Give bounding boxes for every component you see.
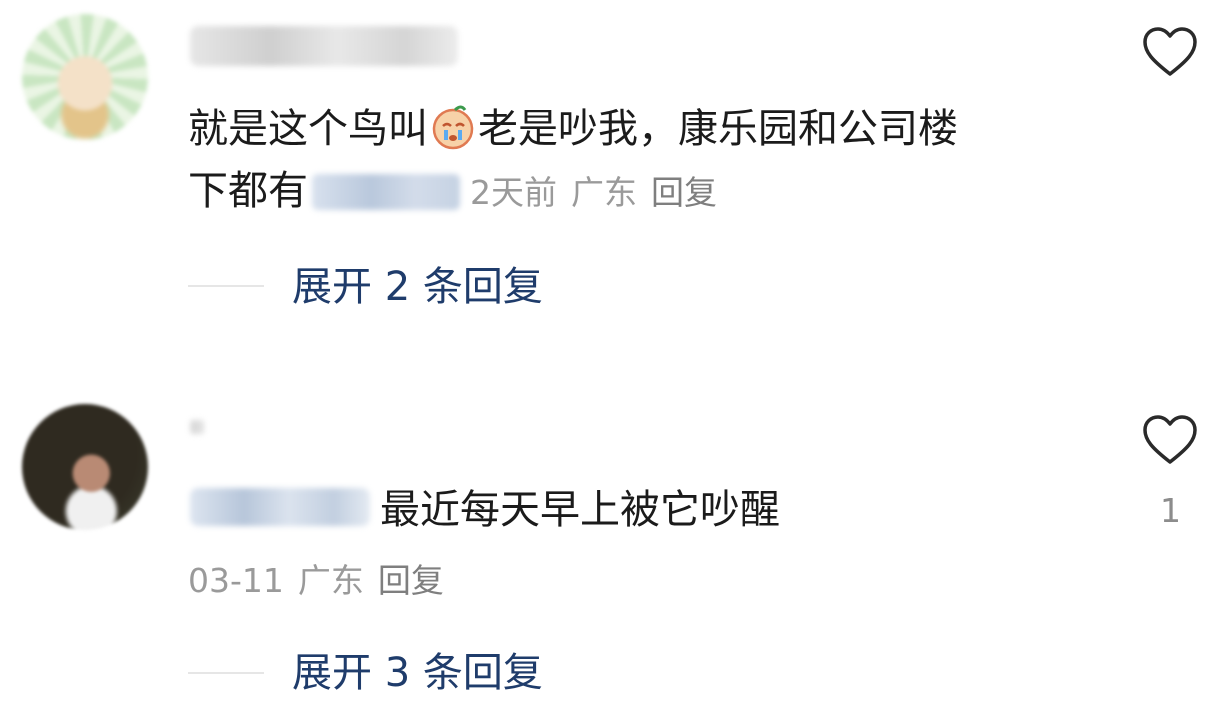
crying-face-emoji-icon	[432, 105, 474, 150]
comment-text: 最近每天早上被它吵醒	[380, 487, 780, 533]
mention-blurred[interactable]	[190, 488, 370, 526]
username-blurred[interactable]	[190, 420, 204, 434]
reply-button[interactable]: 回复	[651, 173, 717, 212]
expand-replies-button[interactable]: 展开 2 条回复	[292, 267, 543, 307]
expand-replies-button[interactable]: 展开 3 条回复	[292, 653, 543, 693]
divider	[188, 285, 264, 287]
divider	[188, 672, 264, 674]
mention-blurred[interactable]	[312, 174, 460, 210]
reply-button[interactable]: 回复	[378, 561, 444, 600]
comment-location: 广东	[297, 561, 364, 600]
comment-text: 老是吵我，康乐园和公司楼	[478, 106, 958, 152]
comment-date: 03-11	[188, 561, 284, 600]
comment-text-line2: 下都有 2天前 广东 回复	[188, 171, 717, 211]
comment-text-line1: 就是这个鸟叫 老是吵我，康乐园和公司楼	[188, 104, 958, 150]
comment-location: 广东	[571, 173, 637, 212]
username-blurred[interactable]	[190, 26, 458, 66]
comment-time: 2天前	[470, 173, 557, 212]
avatar[interactable]	[22, 404, 148, 530]
comment-meta: 03-11 广东 回复	[188, 564, 444, 597]
comment-text: 就是这个鸟叫	[188, 106, 428, 152]
heart-outline-icon[interactable]	[1142, 26, 1198, 78]
heart-outline-icon[interactable]	[1142, 414, 1198, 466]
comment-text: 下都有	[188, 168, 308, 214]
like-count: 1	[1160, 491, 1181, 530]
avatar[interactable]	[22, 14, 148, 140]
